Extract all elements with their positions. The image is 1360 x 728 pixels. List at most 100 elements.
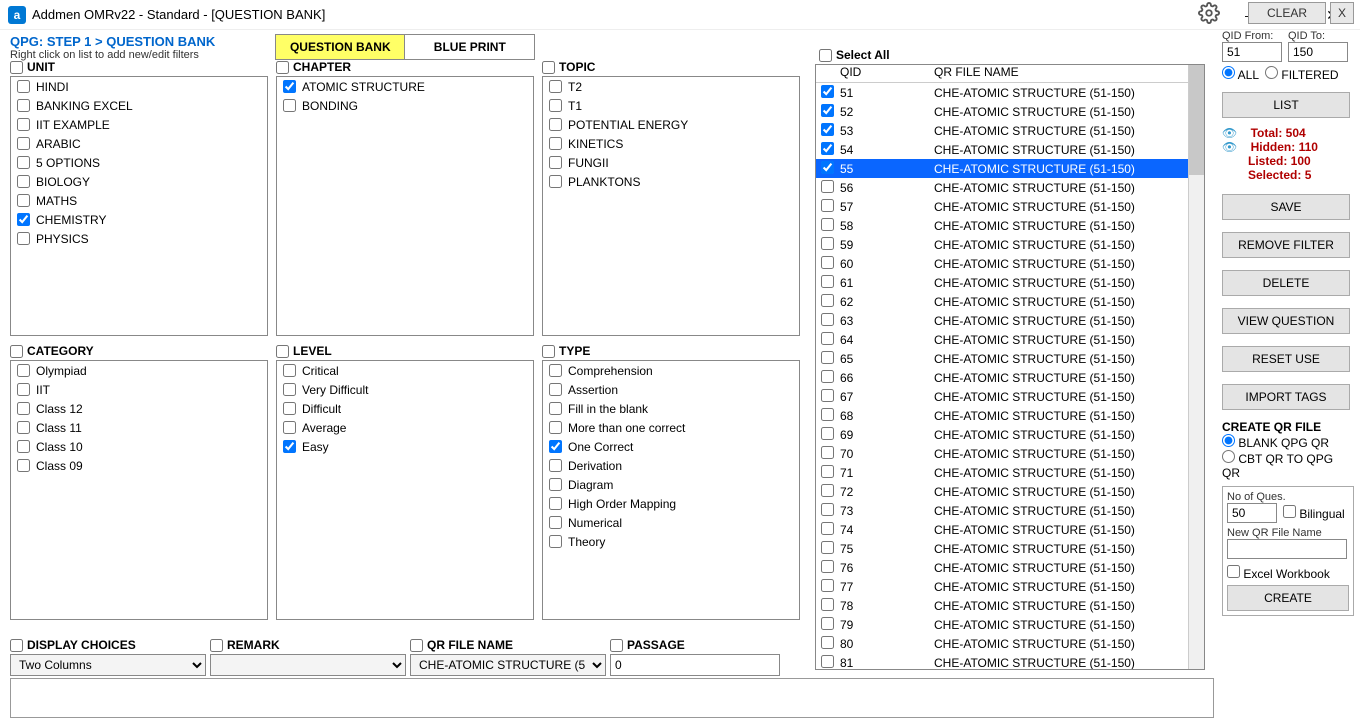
item-checkbox[interactable] (17, 402, 30, 415)
table-row[interactable]: 63CHE-ATOMIC STRUCTURE (51-150) (816, 311, 1204, 330)
display-choices-select[interactable]: Two Columns (10, 654, 206, 676)
item-checkbox[interactable] (17, 80, 30, 93)
scrollbar[interactable] (1188, 65, 1204, 669)
row-checkbox[interactable] (821, 370, 834, 383)
qid-to-input[interactable] (1288, 42, 1348, 62)
row-checkbox[interactable] (821, 123, 834, 136)
item-checkbox[interactable] (549, 459, 562, 472)
row-checkbox[interactable] (821, 560, 834, 573)
table-row[interactable]: 69CHE-ATOMIC STRUCTURE (51-150) (816, 425, 1204, 444)
category-list[interactable]: OlympiadIITClass 12Class 11Class 10Class… (10, 360, 268, 620)
table-row[interactable]: 78CHE-ATOMIC STRUCTURE (51-150) (816, 596, 1204, 615)
list-item[interactable]: PLANKTONS (543, 172, 799, 191)
list-item[interactable]: Class 10 (11, 437, 267, 456)
list-item[interactable]: PHYSICS (11, 229, 267, 248)
table-row[interactable]: 58CHE-ATOMIC STRUCTURE (51-150) (816, 216, 1204, 235)
row-checkbox[interactable] (821, 617, 834, 630)
item-checkbox[interactable] (17, 383, 30, 396)
list-item[interactable]: Assertion (543, 380, 799, 399)
item-checkbox[interactable] (17, 175, 30, 188)
save-button[interactable]: SAVE (1222, 194, 1350, 220)
item-checkbox[interactable] (549, 118, 562, 131)
table-row[interactable]: 71CHE-ATOMIC STRUCTURE (51-150) (816, 463, 1204, 482)
list-item[interactable]: MATHS (11, 191, 267, 210)
list-item[interactable]: Critical (277, 361, 533, 380)
table-row[interactable]: 64CHE-ATOMIC STRUCTURE (51-150) (816, 330, 1204, 349)
table-row[interactable]: 74CHE-ATOMIC STRUCTURE (51-150) (816, 520, 1204, 539)
table-row[interactable]: 76CHE-ATOMIC STRUCTURE (51-150) (816, 558, 1204, 577)
excel-checkbox[interactable]: Excel Workbook (1227, 565, 1349, 581)
list-item[interactable]: HINDI (11, 77, 267, 96)
radio-cbt-qr[interactable]: CBT QR TO QPG QR (1222, 452, 1333, 480)
row-checkbox[interactable] (821, 655, 834, 668)
remark-checkbox[interactable] (210, 639, 223, 652)
list-item[interactable]: Class 09 (11, 456, 267, 475)
table-row[interactable]: 68CHE-ATOMIC STRUCTURE (51-150) (816, 406, 1204, 425)
item-checkbox[interactable] (17, 118, 30, 131)
row-checkbox[interactable] (821, 142, 834, 155)
row-checkbox[interactable] (821, 161, 834, 174)
list-item[interactable]: BANKING EXCEL (11, 96, 267, 115)
table-row[interactable]: 73CHE-ATOMIC STRUCTURE (51-150) (816, 501, 1204, 520)
item-checkbox[interactable] (17, 137, 30, 150)
qrfile-select[interactable]: CHE-ATOMIC STRUCTURE (51-150) (410, 654, 606, 676)
row-checkbox[interactable] (821, 199, 834, 212)
list-item[interactable]: Comprehension (543, 361, 799, 380)
row-checkbox[interactable] (821, 503, 834, 516)
item-checkbox[interactable] (283, 99, 296, 112)
row-checkbox[interactable] (821, 427, 834, 440)
item-checkbox[interactable] (17, 421, 30, 434)
item-checkbox[interactable] (283, 364, 296, 377)
passage-checkbox[interactable] (610, 639, 623, 652)
bilingual-checkbox[interactable]: Bilingual (1283, 505, 1345, 521)
select-all-checkbox[interactable] (819, 49, 832, 62)
list-item[interactable]: IIT EXAMPLE (11, 115, 267, 134)
level-header-checkbox[interactable] (276, 345, 289, 358)
list-item[interactable]: KINETICS (543, 134, 799, 153)
row-checkbox[interactable] (821, 598, 834, 611)
list-item[interactable]: T2 (543, 77, 799, 96)
table-row[interactable]: 77CHE-ATOMIC STRUCTURE (51-150) (816, 577, 1204, 596)
row-checkbox[interactable] (821, 389, 834, 402)
table-row[interactable]: 59CHE-ATOMIC STRUCTURE (51-150) (816, 235, 1204, 254)
list-item[interactable]: Numerical (543, 513, 799, 532)
table-row[interactable]: 66CHE-ATOMIC STRUCTURE (51-150) (816, 368, 1204, 387)
row-checkbox[interactable] (821, 180, 834, 193)
type-header-checkbox[interactable] (542, 345, 555, 358)
item-checkbox[interactable] (549, 80, 562, 93)
row-checkbox[interactable] (821, 579, 834, 592)
item-checkbox[interactable] (17, 440, 30, 453)
qid-from-input[interactable] (1222, 42, 1282, 62)
list-item[interactable]: Olympiad (11, 361, 267, 380)
table-row[interactable]: 65CHE-ATOMIC STRUCTURE (51-150) (816, 349, 1204, 368)
table-row[interactable]: 51CHE-ATOMIC STRUCTURE (51-150) (816, 83, 1204, 102)
list-item[interactable]: Fill in the blank (543, 399, 799, 418)
list-item[interactable]: Diagram (543, 475, 799, 494)
row-checkbox[interactable] (821, 522, 834, 535)
item-checkbox[interactable] (283, 383, 296, 396)
list-button[interactable]: LIST (1222, 92, 1350, 118)
unit-header-checkbox[interactable] (10, 61, 23, 74)
chapter-header-checkbox[interactable] (276, 61, 289, 74)
item-checkbox[interactable] (17, 213, 30, 226)
clear-button[interactable]: CLEAR (1248, 2, 1326, 24)
list-item[interactable]: CHEMISTRY (11, 210, 267, 229)
list-item[interactable]: Very Difficult (277, 380, 533, 399)
unit-list[interactable]: HINDIBANKING EXCELIIT EXAMPLEARABIC5 OPT… (10, 76, 268, 336)
table-row[interactable]: 75CHE-ATOMIC STRUCTURE (51-150) (816, 539, 1204, 558)
table-row[interactable]: 60CHE-ATOMIC STRUCTURE (51-150) (816, 254, 1204, 273)
table-row[interactable]: 67CHE-ATOMIC STRUCTURE (51-150) (816, 387, 1204, 406)
import-tags-button[interactable]: IMPORT TAGS (1222, 384, 1350, 410)
close-panel-button[interactable]: X (1330, 2, 1354, 24)
table-row[interactable]: 70CHE-ATOMIC STRUCTURE (51-150) (816, 444, 1204, 463)
delete-button[interactable]: DELETE (1222, 270, 1350, 296)
list-item[interactable]: T1 (543, 96, 799, 115)
list-item[interactable]: Class 11 (11, 418, 267, 437)
item-checkbox[interactable] (549, 383, 562, 396)
topic-list[interactable]: T2T1POTENTIAL ENERGYKINETICSFUNGIIPLANKT… (542, 76, 800, 336)
table-row[interactable]: 79CHE-ATOMIC STRUCTURE (51-150) (816, 615, 1204, 634)
item-checkbox[interactable] (549, 364, 562, 377)
list-item[interactable]: ATOMIC STRUCTURE (277, 77, 533, 96)
table-row[interactable]: 80CHE-ATOMIC STRUCTURE (51-150) (816, 634, 1204, 653)
item-checkbox[interactable] (549, 516, 562, 529)
